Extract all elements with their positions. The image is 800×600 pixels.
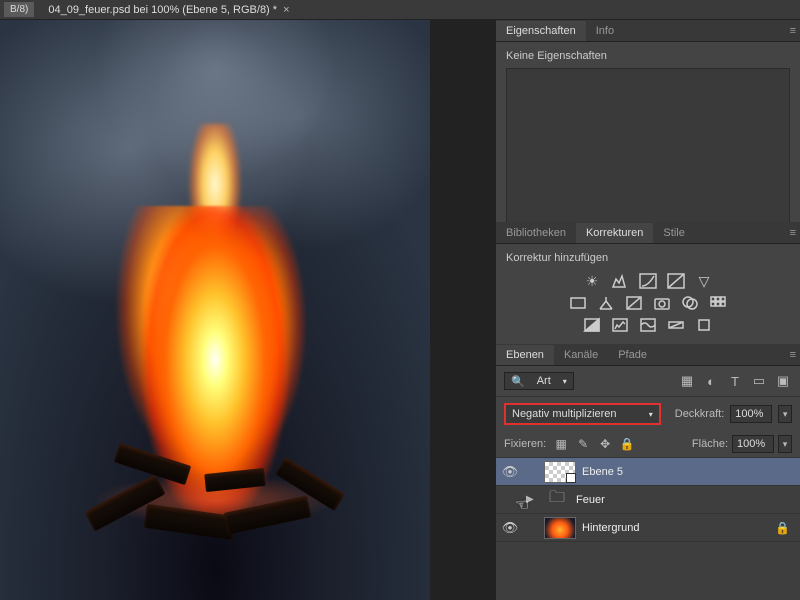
tab-libraries[interactable]: Bibliotheken (496, 223, 576, 243)
properties-panel-tabs: Eigenschaften Info ≡ (496, 20, 800, 42)
adjustment-icons-row-3 (506, 314, 790, 336)
adjustment-icons-row-1: ☀ ▽ (506, 270, 790, 292)
lock-position-icon[interactable]: ✥ (596, 435, 614, 453)
bw-icon[interactable] (624, 294, 644, 312)
panel-menu-icon[interactable]: ≡ (790, 349, 796, 361)
threshold-icon[interactable] (638, 316, 658, 334)
add-adjustment-label: Korrektur hinzufügen (506, 252, 790, 264)
filter-smart-icon[interactable]: ▣ (774, 372, 792, 390)
adjustment-icons-row-2 (506, 292, 790, 314)
exposure-icon[interactable] (666, 272, 686, 290)
opacity-input[interactable] (730, 405, 772, 423)
properties-panel-body: Keine Eigenschaften (496, 42, 800, 222)
layer-list: 👁 Ebene 5 ▶ 🗀 Feuer 👁 (496, 458, 800, 600)
hue-sat-icon[interactable] (568, 294, 588, 312)
selective-color-icon[interactable] (694, 316, 714, 334)
opacity-label: Deckkraft: (675, 408, 725, 420)
close-icon[interactable]: × (283, 4, 289, 16)
lock-icon: 🔒 (775, 521, 790, 535)
brightness-icon[interactable]: ☀ (582, 272, 602, 290)
fill-input[interactable] (732, 435, 774, 453)
document-tab-bar: B/8) 04_09_feuer.psd bei 100% (Ebene 5, … (0, 0, 800, 20)
document-tab[interactable]: 04_09_feuer.psd bei 100% (Ebene 5, RGB/8… (40, 2, 297, 18)
vibrance-icon[interactable]: ▽ (694, 272, 714, 290)
color-balance-icon[interactable] (596, 294, 616, 312)
filter-pixel-icon[interactable]: ▦ (678, 372, 696, 390)
layers-panel-tabs: Ebenen Kanäle Pfade ≡ (496, 344, 800, 366)
color-mode-badge: B/8) (4, 2, 34, 17)
visibility-toggle-icon[interactable]: 👁 (500, 464, 520, 480)
blend-mode-row: Negativ multiplizieren▾ Deckkraft: ▾ (496, 397, 800, 431)
tab-paths[interactable]: Pfade (608, 345, 657, 365)
layer-name[interactable]: Hintergrund (582, 522, 769, 534)
tab-layers[interactable]: Ebenen (496, 345, 554, 365)
lock-pixels-icon[interactable]: ✎ (574, 435, 592, 453)
levels-icon[interactable] (610, 272, 630, 290)
filter-adjust-icon[interactable]: ◐ (702, 372, 720, 390)
layer-name[interactable]: Ebene 5 (582, 466, 796, 478)
layer-thumbnail[interactable] (544, 461, 576, 483)
tab-channels[interactable]: Kanäle (554, 345, 608, 365)
visibility-toggle-icon[interactable]: 👁 (500, 520, 520, 536)
color-lookup-icon[interactable] (708, 294, 728, 312)
no-properties-label: Keine Eigenschaften (506, 50, 790, 62)
fill-dropdown-icon[interactable]: ▾ (778, 435, 792, 453)
layer-thumbnail[interactable] (544, 517, 576, 539)
expand-icon[interactable]: ▶ (526, 494, 538, 505)
curves-icon[interactable] (638, 272, 658, 290)
lock-transparency-icon[interactable]: ▦ (552, 435, 570, 453)
layers-filter-row: 🔍Art▾ ▦ ◐ T ▭ ▣ (496, 366, 800, 397)
filter-shape-icon[interactable]: ▭ (750, 372, 768, 390)
layer-row[interactable]: 👁 Ebene 5 (496, 458, 800, 486)
layer-row[interactable]: 👁 Hintergrund 🔒 (496, 514, 800, 542)
gradient-map-icon[interactable] (666, 316, 686, 334)
adjustments-panel-body: Korrektur hinzufügen ☀ ▽ (496, 244, 800, 344)
panel-menu-icon[interactable]: ≡ (790, 25, 796, 37)
adjustments-panel-tabs: Bibliotheken Korrekturen Stile ≡ (496, 222, 800, 244)
tab-properties[interactable]: Eigenschaften (496, 21, 586, 41)
opacity-dropdown-icon[interactable]: ▾ (778, 405, 792, 423)
filter-text-icon[interactable]: T (726, 372, 744, 390)
lock-label: Fixieren: (504, 438, 546, 450)
layer-row[interactable]: ▶ 🗀 Feuer (496, 486, 800, 514)
tab-styles[interactable]: Stile (653, 223, 694, 243)
layer-name[interactable]: Feuer (576, 494, 796, 506)
posterize-icon[interactable] (610, 316, 630, 334)
tab-adjustments[interactable]: Korrekturen (576, 223, 653, 243)
canvas-viewport[interactable] (0, 20, 495, 600)
invert-icon[interactable] (582, 316, 602, 334)
photo-filter-icon[interactable] (652, 294, 672, 312)
document-title: 04_09_feuer.psd bei 100% (Ebene 5, RGB/8… (48, 4, 277, 16)
document-canvas (0, 20, 430, 600)
panel-menu-icon[interactable]: ≡ (790, 227, 796, 239)
fill-label: Fläche: (692, 438, 728, 450)
channel-mixer-icon[interactable] (680, 294, 700, 312)
lock-all-icon[interactable]: 🔒 (618, 435, 636, 453)
folder-icon: 🗀 (544, 490, 570, 510)
lock-row: Fixieren: ▦ ✎ ✥ 🔒 Fläche: ▾ (496, 431, 800, 458)
tab-info[interactable]: Info (586, 21, 624, 41)
blend-mode-select[interactable]: Negativ multiplizieren▾ (504, 403, 661, 425)
filter-type-select[interactable]: 🔍Art▾ (504, 372, 574, 390)
